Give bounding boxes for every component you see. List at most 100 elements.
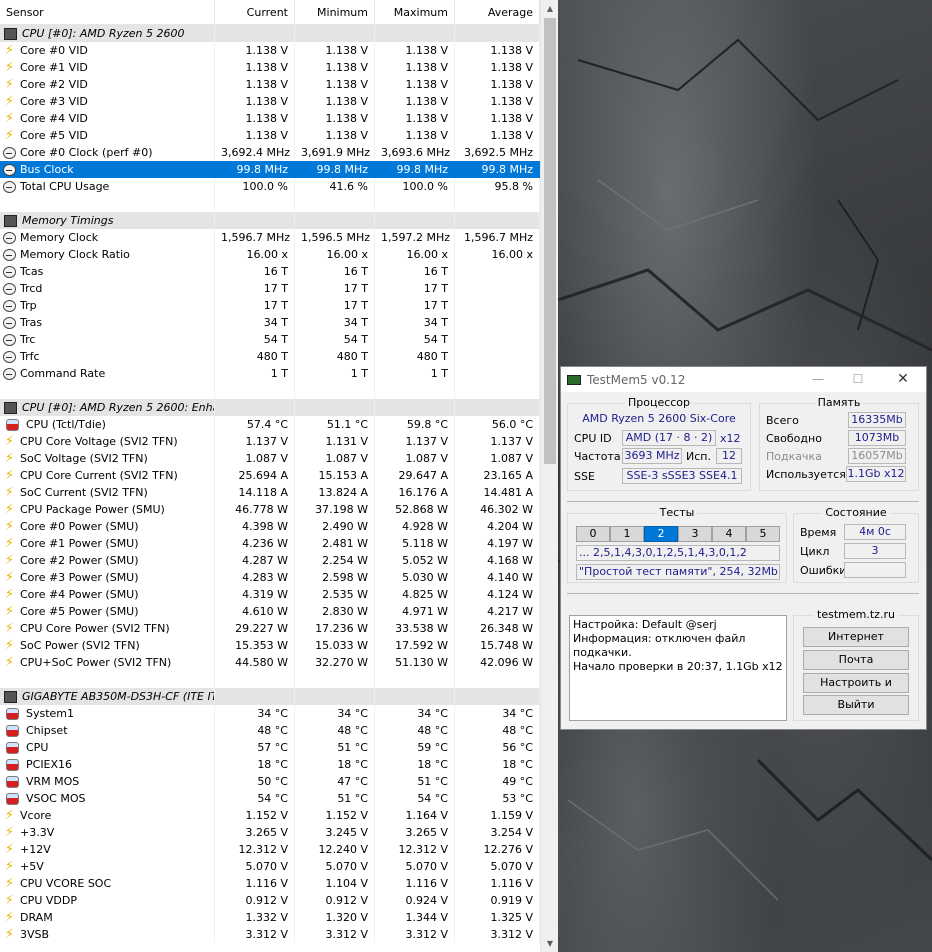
sensor-name-cell: Memory Clock — [0, 229, 215, 246]
sensor-row[interactable]: ⚡ CPU VDDP 0.912 V 0.912 V 0.924 V 0.919 V — [0, 892, 540, 909]
sensor-name-cell: ⚡ Core #0 Power (SMU) — [0, 518, 215, 535]
sensor-row[interactable]: ⚡ CPU+SoC Power (SVI2 TFN) 44.580 W 32.270 … — [0, 654, 540, 671]
sensor-row[interactable]: ⚡ CPU Core Current (SVI2 TFN) 25.694 A 15.1… — [0, 467, 540, 484]
internet-button[interactable]: Интернет — [803, 627, 909, 647]
sensor-row[interactable]: ⚡ +5V 5.070 V 5.070 V 5.070 V 5.070 V — [0, 858, 540, 875]
sensor-name-cell: ⚡ SoC Power (SVI2 TFN) — [0, 637, 215, 654]
sensor-row[interactable]: ⚡ Core #1 Power (SMU) 4.236 W 2.481 W 5.118 … — [0, 535, 540, 552]
scroll-down-arrow-icon[interactable]: ▼ — [541, 935, 558, 952]
sensor-row[interactable]: ⚡ DRAM 1.332 V 1.320 V 1.344 V 1.325 V — [0, 909, 540, 926]
sensor-row[interactable]: Chipset 48 °C 48 °C 48 °C 48 °C — [0, 722, 540, 739]
test-tab-1[interactable]: 1 — [610, 526, 644, 542]
sensor-group-row[interactable]: GIGABYTE AB350M-DS3H-CF (ITE IT8... — [0, 688, 540, 705]
sensor-row[interactable]: System1 34 °C 34 °C 34 °C 34 °C — [0, 705, 540, 722]
sensor-row[interactable]: ⚡ Core #1 VID 1.138 V 1.138 V 1.138 V 1.138 V — [0, 59, 540, 76]
sensor-row[interactable]: ⚡ Core #5 Power (SMU) 4.610 W 2.830 W 4.971 … — [0, 603, 540, 620]
sensor-row[interactable]: Command Rate 1 T1 T1 T — [0, 365, 540, 382]
sensor-row[interactable]: ⚡ Core #4 Power (SMU) 4.319 W 2.535 W 4.825 … — [0, 586, 540, 603]
sensor-row[interactable]: Total CPU Usage 100.0 % 41.6 % 100.0 % 95.8 … — [0, 178, 540, 195]
sensor-row[interactable]: Tras 34 T 34 T 34 T — [0, 314, 540, 331]
minimum-value: 47 °C — [295, 773, 375, 790]
sensor-row[interactable]: Trcd 17 T 17 T 17 T — [0, 280, 540, 297]
sensor-row[interactable]: ⚡ Core #5 VID 1.138 V 1.138 V 1.138 V 1.138 V — [0, 127, 540, 144]
site-link[interactable]: testmem.tz.ru — [814, 608, 898, 621]
sensor-group-row[interactable]: CPU [#0]: AMD Ryzen 5 2600 — [0, 25, 540, 42]
mail-button[interactable]: Почта — [803, 650, 909, 670]
test-tab-5[interactable]: 5 — [746, 526, 780, 542]
sensor-row[interactable]: ⚡ CPU VCORE SOC 1.116 V 1.104 V 1.116 V 1.116… — [0, 875, 540, 892]
scrollbar-thumb[interactable] — [544, 18, 556, 464]
sensor-row[interactable]: ⚡ Core #3 VID 1.138 V 1.138 V 1.138 V 1.138 V — [0, 93, 540, 110]
sensor-row[interactable]: Bus Clock 99.8 MHz 99.8 MHz 99.8 MHz 99.8 MH… — [0, 161, 540, 178]
minimum-value — [295, 671, 375, 688]
sensor-row[interactable]: CPU 57 °C 51 °C 59 °C 56 °C — [0, 739, 540, 756]
sensor-row[interactable]: ⚡ CPU Core Power (SVI2 TFN) 29.227 W 17.236… — [0, 620, 540, 637]
sensor-name-cell: ⚡ CPU+SoC Power (SVI2 TFN) — [0, 654, 215, 671]
sensor-row[interactable]: PCIEX16 18 °C 18 °C 18 °C 18 °C — [0, 756, 540, 773]
test-tab-0[interactable]: 0 — [576, 526, 610, 542]
current-value: 4.236 W — [215, 535, 295, 552]
sensor-row[interactable]: ⚡ +12V 12.312 V 12.240 V 12.312 V 12.276 V — [0, 841, 540, 858]
sensor-row[interactable]: ⚡ Core #2 VID 1.138 V 1.138 V 1.138 V 1.138 V — [0, 76, 540, 93]
configure-and-exit-button[interactable]: Настроить и выйти — [803, 673, 909, 707]
column-header-minimum[interactable]: Minimum — [295, 0, 375, 25]
sensor-row[interactable]: Trc 54 T 54 T 54 T — [0, 331, 540, 348]
sensor-name: Core #2 VID — [20, 78, 88, 91]
sensor-row[interactable]: VSOC MOS 54 °C 51 °C 54 °C 53 °C — [0, 790, 540, 807]
sensor-row[interactable]: VRM MOS 50 °C 47 °C 51 °C 49 °C — [0, 773, 540, 790]
cpu-id-label: CPU ID — [574, 432, 612, 445]
vertical-scrollbar[interactable]: ▲ ▼ — [540, 0, 558, 952]
sensor-row[interactable]: ⚡ Core #2 Power (SMU) 4.287 W 2.254 W 5.052 … — [0, 552, 540, 569]
close-button[interactable]: ✕ — [881, 367, 925, 392]
sensor-row[interactable]: ⚡ SoC Current (SVI2 TFN) 14.118 A 13.824 A1… — [0, 484, 540, 501]
sensor-name: Memory Clock — [20, 231, 99, 244]
maximize-button[interactable]: ☐ — [836, 367, 880, 392]
sensor-row[interactable]: CPU (Tctl/Tdie) 57.4 °C 51.1 °C 59.8 °C 56.0… — [0, 416, 540, 433]
sensor-row[interactable]: ⚡ 3VSB 3.312 V 3.312 V 3.312 V 3.312 V — [0, 926, 540, 943]
scroll-up-arrow-icon[interactable]: ▲ — [541, 0, 558, 17]
sensor-row[interactable]: ⚡ Core #3 Power (SMU) 4.283 W 2.598 W 5.030 … — [0, 569, 540, 586]
sensor-row[interactable]: ⚡ Core #0 VID 1.138 V 1.138 V 1.138 V 1.138 V — [0, 42, 540, 59]
average-value — [455, 280, 540, 297]
voltage-bolt-icon: ⚡ — [4, 434, 15, 449]
current-value: 14.118 A — [215, 484, 295, 501]
voltage-bolt-icon: ⚡ — [4, 876, 15, 891]
sensor-name: CPU VDDP — [20, 894, 77, 907]
sensor-row[interactable]: ⚡ Vcore 1.152 V 1.152 V 1.164 V 1.159 V — [0, 807, 540, 824]
sensor-row[interactable]: Trfc 480 T 480 T 480 T — [0, 348, 540, 365]
average-value: 4.217 W — [455, 603, 540, 620]
sensor-row[interactable]: ⚡ Core #4 VID 1.138 V 1.138 V 1.138 V 1.138 V — [0, 110, 540, 127]
test-tab-4[interactable]: 4 — [712, 526, 746, 542]
minimum-value: 32.270 W — [295, 654, 375, 671]
sensor-group-row[interactable]: CPU [#0]: AMD Ryzen 5 2600: Enhan... — [0, 399, 540, 416]
test-tab-3[interactable]: 3 — [678, 526, 712, 542]
minimize-button[interactable]: — — [796, 367, 840, 392]
column-header-maximum[interactable]: Maximum — [375, 0, 455, 25]
sensor-group-row[interactable]: Memory Timings — [0, 212, 540, 229]
sensor-row[interactable]: ⚡ CPU Package Power (SMU) 46.778 W 37.198 W… — [0, 501, 540, 518]
tests-group: Тесты 0 1 2 3 4 5 ... 2,5,1,4,3,0,1,2,5,… — [567, 506, 787, 583]
window-titlebar[interactable]: TestMem5 v0.12 — ☐ ✕ — [561, 367, 926, 392]
sensor-row[interactable]: ⚡ +3.3V 3.265 V 3.245 V 3.265 V 3.254 V — [0, 824, 540, 841]
sensor-row[interactable]: Trp 17 T 17 T 17 T — [0, 297, 540, 314]
column-header-average[interactable]: Average — [455, 0, 540, 25]
log-textbox[interactable]: Настройка: Default @serj Информация: отк… — [569, 615, 787, 721]
sensor-row[interactable]: ⚡ CPU Core Voltage (SVI2 TFN) 1.137 V 1.131… — [0, 433, 540, 450]
minimum-value — [295, 688, 375, 705]
sensor-row[interactable]: Tcas 16 T 16 T 16 T — [0, 263, 540, 280]
sensor-row[interactable]: Memory Clock 1,596.7 MHz 1,596.5 MHz 1,597.… — [0, 229, 540, 246]
test-tab-2[interactable]: 2 — [644, 526, 678, 542]
exit-button[interactable]: Выйти — [803, 695, 909, 715]
average-value: 49 °C — [455, 773, 540, 790]
sensor-row[interactable]: ⚡ Core #0 Power (SMU) 4.398 W 2.490 W 4.928 … — [0, 518, 540, 535]
sensor-row[interactable]: Memory Clock Ratio 16.00 x 16.00 x 16.00 x1… — [0, 246, 540, 263]
minimum-value: 1,596.5 MHz — [295, 229, 375, 246]
average-value: 56.0 °C — [455, 416, 540, 433]
column-header-sensor[interactable]: Sensor — [0, 0, 215, 25]
minimum-value — [295, 382, 375, 399]
sensor-row[interactable]: ⚡ SoC Voltage (SVI2 TFN) 1.087 V 1.087 V 1.0… — [0, 450, 540, 467]
sensor-row[interactable]: Core #0 Clock (perf #0) 3,692.4 MHz 3,691.… — [0, 144, 540, 161]
column-header-current[interactable]: Current — [215, 0, 295, 25]
sensor-row[interactable]: ⚡ SoC Power (SVI2 TFN) 15.353 W 15.033 W 17.… — [0, 637, 540, 654]
maximum-value — [375, 671, 455, 688]
